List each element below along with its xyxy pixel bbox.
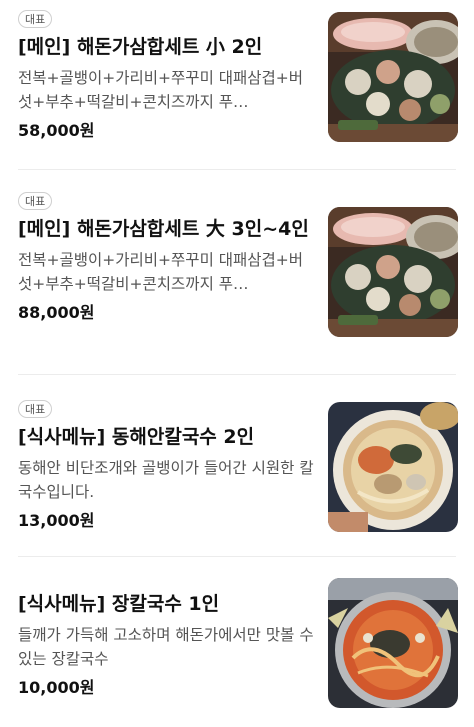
seafood-platter-illustration — [328, 12, 458, 142]
menu-item-name: [메인] 해돈가삼합세트 小 2인 — [18, 36, 263, 58]
menu-item-name: [식사메뉴] 동해안칼국수 2인 — [18, 426, 255, 448]
seafood-platter-illustration — [328, 207, 458, 337]
menu-item-text: 대표 [메인] 해돈가삼합세트 大 3인~4인 전복+골뱅이+가리비+쭈꾸미 대… — [18, 190, 314, 324]
signature-badge: 대표 — [18, 400, 53, 418]
menu-item-description: 전복+골뱅이+가리비+쭈꾸미 대패삼겹+버섯+부추+떡갈비+콘치즈까지 푸… — [18, 251, 304, 293]
menu-item-name: [식사메뉴] 장칼국수 1인 — [18, 593, 220, 615]
menu-item[interactable]: [식사메뉴] 장칼국수 1인 들깨가 가득해 고소하며 해돈가에서만 맛볼 수 … — [0, 557, 474, 727]
menu-item[interactable]: 대표 [메인] 해돈가삼합세트 小 2인 전복+골뱅이+가리비+쭈꾸미 대패삼겹… — [0, 0, 474, 170]
menu-item-price: 88,000원 — [18, 303, 95, 322]
menu-item[interactable]: 대표 [식사메뉴] 동해안칼국수 2인 동해안 비단조개와 골뱅이가 들어간 시… — [0, 375, 474, 557]
signature-badge: 대표 — [18, 192, 53, 210]
noodle-soup-image[interactable] — [328, 402, 458, 532]
signature-badge: 대표 — [18, 10, 53, 28]
menu-item-text: 대표 [메인] 해돈가삼합세트 小 2인 전복+골뱅이+가리비+쭈꾸미 대패삼겹… — [18, 8, 314, 142]
seafood-platter-image[interactable] — [328, 207, 458, 337]
seafood-platter-image[interactable] — [328, 12, 458, 142]
clam-noodle-illustration — [328, 402, 458, 532]
menu-item-price: 13,000원 — [18, 511, 95, 530]
menu-item-description: 들깨가 가득해 고소하며 해돈가에서만 맛볼 수 있는 장칼국수 — [18, 626, 314, 668]
spicy-noodle-illustration — [328, 578, 458, 708]
menu-item-name: [메인] 해돈가삼합세트 大 3인~4인 — [18, 218, 309, 240]
menu-item-description: 전복+골뱅이+가리비+쭈꾸미 대패삼겹+버섯+부추+떡갈비+콘치즈까지 푸… — [18, 69, 304, 111]
noodle-soup-image[interactable] — [328, 578, 458, 708]
menu-item-description: 동해안 비단조개와 골뱅이가 들어간 시원한 칼국수입니다. — [18, 459, 314, 501]
menu-item[interactable]: 대표 [메인] 해돈가삼합세트 大 3인~4인 전복+골뱅이+가리비+쭈꾸미 대… — [0, 170, 474, 375]
menu-item-text: [식사메뉴] 장칼국수 1인 들깨가 가득해 고소하며 해돈가에서만 맛볼 수 … — [18, 585, 314, 699]
menu-item-text: 대표 [식사메뉴] 동해안칼국수 2인 동해안 비단조개와 골뱅이가 들어간 시… — [18, 398, 314, 532]
menu-item-price: 58,000원 — [18, 121, 95, 140]
menu-item-price: 10,000원 — [18, 678, 95, 697]
menu-list: 대표 [메인] 해돈가삼합세트 小 2인 전복+골뱅이+가리비+쭈꾸미 대패삼겹… — [0, 0, 474, 727]
